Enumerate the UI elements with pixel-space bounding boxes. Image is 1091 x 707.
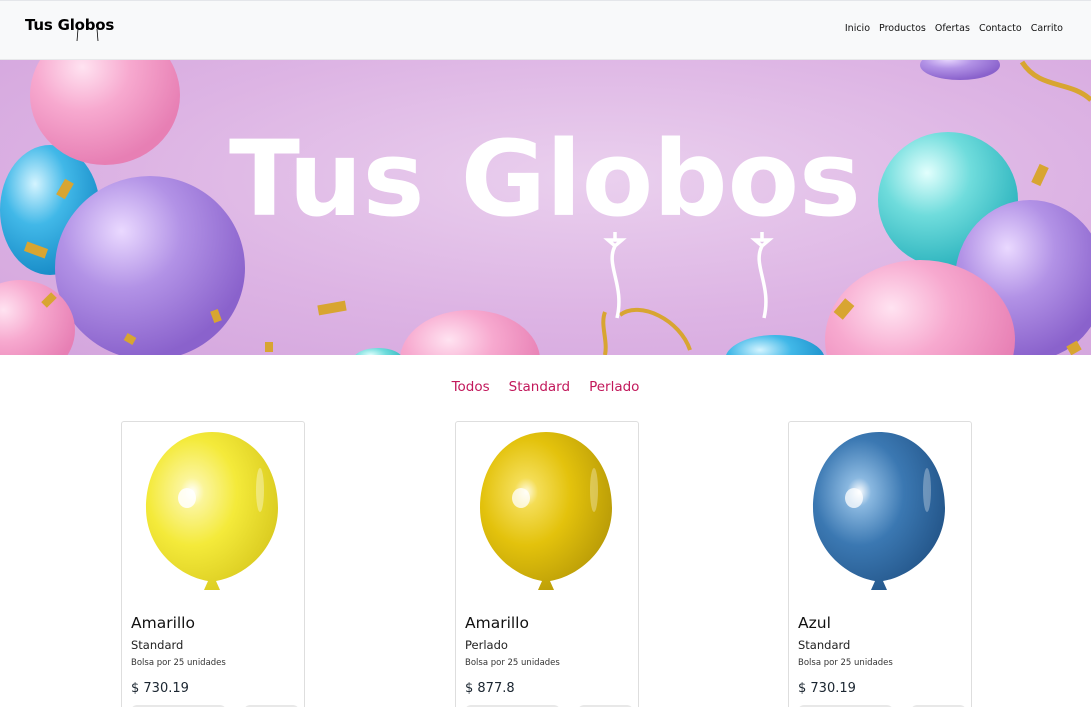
product-card: Amarillo Standard Bolsa por 25 unidades … bbox=[121, 421, 305, 707]
product-description: Bolsa por 25 unidades bbox=[798, 658, 893, 668]
product-name[interactable]: Amarillo bbox=[131, 614, 195, 632]
nav-contacto[interactable]: Contacto bbox=[979, 23, 1022, 34]
product-description: Bolsa por 25 unidades bbox=[465, 658, 560, 668]
product-type: Perlado bbox=[465, 638, 508, 652]
balloon-purple-left bbox=[55, 176, 245, 355]
nav-productos[interactable]: Productos bbox=[879, 23, 926, 34]
filter-perlado[interactable]: Perlado bbox=[589, 379, 639, 395]
product-type: Standard bbox=[131, 638, 184, 652]
navbar: Tus Globos Inicio Productos Ofertas Cont… bbox=[0, 0, 1091, 60]
nav-menu: Inicio Productos Ofertas Contacto Carrit… bbox=[845, 23, 1063, 34]
brand-balloon-icon bbox=[76, 28, 99, 42]
hero-title: Tus Globos bbox=[229, 118, 861, 240]
product-card: Azul Standard Bolsa por 25 unidades $ 73… bbox=[788, 421, 972, 707]
balloon-pink-bottom-center bbox=[400, 310, 540, 355]
nav-ofertas[interactable]: Ofertas bbox=[935, 23, 970, 34]
nav-carrito[interactable]: Carrito bbox=[1031, 23, 1063, 34]
filter-standard[interactable]: Standard bbox=[509, 379, 570, 395]
hero-banner: Tus Globos bbox=[0, 60, 1091, 355]
product-name[interactable]: Azul bbox=[798, 614, 831, 632]
category-filters: Todos Standard Perlado bbox=[0, 379, 1091, 395]
product-price: $ 730.19 bbox=[798, 681, 856, 696]
product-image[interactable] bbox=[142, 428, 282, 600]
hero-artwork: Tus Globos bbox=[0, 60, 1091, 355]
product-image[interactable] bbox=[809, 428, 949, 600]
hero-balloon-strings bbox=[603, 232, 774, 319]
product-image[interactable] bbox=[476, 428, 616, 600]
product-name[interactable]: Amarillo bbox=[465, 614, 529, 632]
product-type: Standard bbox=[798, 638, 851, 652]
product-card: Amarillo Perlado Bolsa por 25 unidades $… bbox=[455, 421, 639, 707]
product-price: $ 877.8 bbox=[465, 681, 515, 696]
filter-todos[interactable]: Todos bbox=[452, 379, 490, 395]
product-price: $ 730.19 bbox=[131, 681, 189, 696]
product-description: Bolsa por 25 unidades bbox=[131, 658, 226, 668]
nav-inicio[interactable]: Inicio bbox=[845, 23, 870, 34]
